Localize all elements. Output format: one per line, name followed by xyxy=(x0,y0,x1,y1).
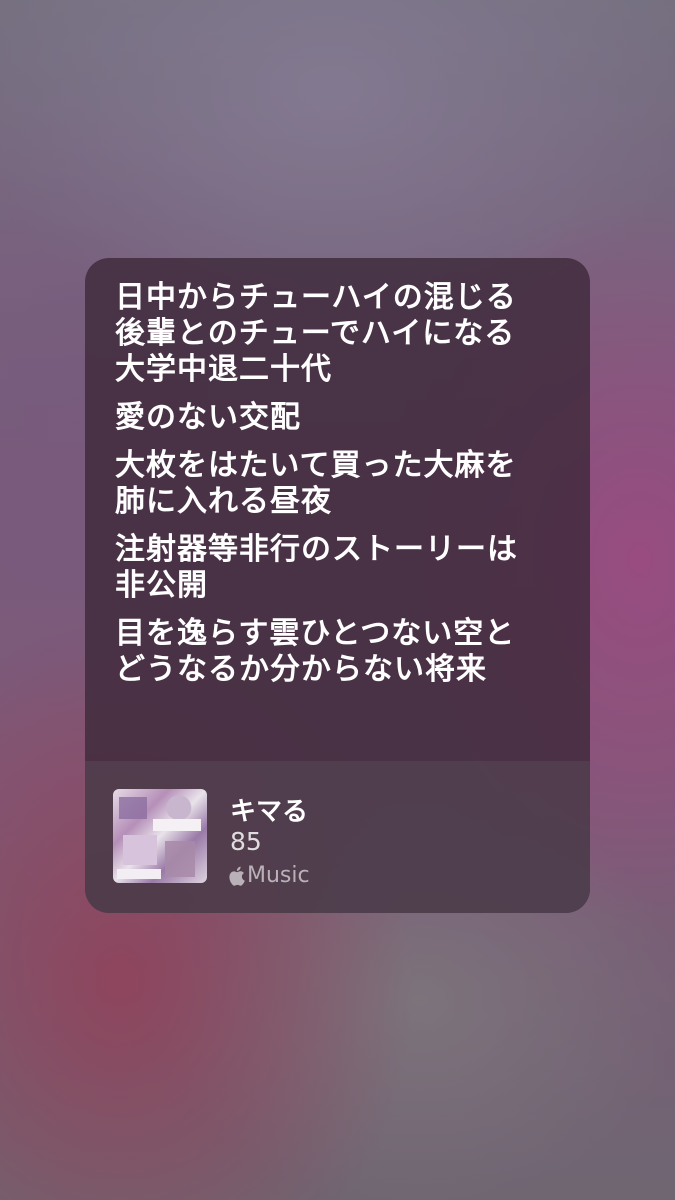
service-name: Music xyxy=(247,863,310,888)
lyrics-section: 日中からチューハイの混じる 後輩とのチューでハイになる 大学中退二十代 愛のない… xyxy=(115,280,575,700)
lyric-stanza: 注射器等非行のストーリーは 非公開 xyxy=(115,532,575,604)
lyric-line: 目を逸らす雲ひとつない空と xyxy=(115,616,516,651)
lyric-line: 日中からチューハイの混じる xyxy=(115,280,517,315)
track-title: キマる xyxy=(230,797,309,827)
lyrics-share-card[interactable]: 日中からチューハイの混じる 後輩とのチューでハイになる 大学中退二十代 愛のない… xyxy=(85,258,590,913)
apple-logo-icon xyxy=(229,866,245,886)
lyric-line: 大学中退二十代 xyxy=(115,352,332,387)
album-artwork xyxy=(113,789,207,883)
track-info-footer[interactable]: キマる 85 Music xyxy=(85,761,590,913)
lyric-line: 後輩とのチューでハイになる xyxy=(115,316,516,351)
track-artist: 85 xyxy=(230,827,262,856)
lyric-line: 非公開 xyxy=(115,568,208,603)
lyric-line: どうなるか分からない将来 xyxy=(115,652,487,687)
lyric-stanza: 愛のない交配 xyxy=(115,400,575,436)
lyric-line: 大枚をはたいて買った大麻を xyxy=(115,448,517,483)
apple-music-brand: Music xyxy=(228,863,310,888)
lyric-stanza: 大枚をはたいて買った大麻を 肺に入れる昼夜 xyxy=(115,448,575,520)
lyric-line: 肺に入れる昼夜 xyxy=(115,484,332,519)
lyric-stanza: 日中からチューハイの混じる 後輩とのチューでハイになる 大学中退二十代 xyxy=(115,280,575,388)
lyric-line: 愛のない交配 xyxy=(115,400,301,435)
lyric-stanza: 目を逸らす雲ひとつない空と どうなるか分からない将来 xyxy=(115,616,575,688)
lyric-line: 注射器等非行のストーリーは xyxy=(115,532,518,567)
